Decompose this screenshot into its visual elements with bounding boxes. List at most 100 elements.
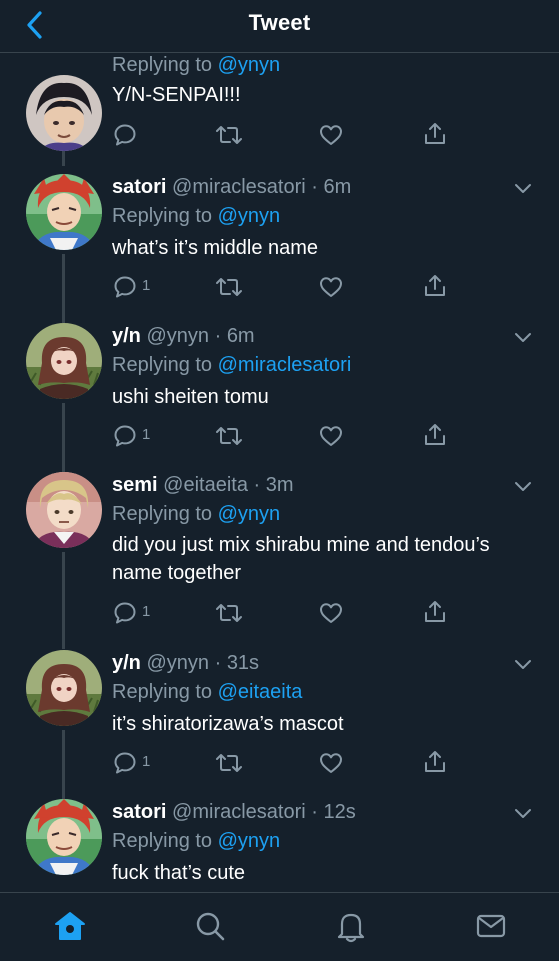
tweet-item[interactable]: satori @miraclesatori · 6m Replying to @… xyxy=(0,174,559,324)
username[interactable]: @miraclesatori xyxy=(172,801,306,823)
chevron-down-icon[interactable] xyxy=(512,475,534,497)
mention-link[interactable]: @ynyn xyxy=(218,54,281,76)
timestamp[interactable]: 12s xyxy=(323,801,355,823)
like-button[interactable] xyxy=(318,750,344,776)
username[interactable]: @ynyn xyxy=(146,652,209,674)
avatar[interactable] xyxy=(26,650,102,726)
retweet-arrows-icon xyxy=(216,754,242,772)
reply-button[interactable]: 1 xyxy=(112,423,162,449)
tweet-item[interactable]: Replying to @ynyn Y/N-SENPAI!!! xyxy=(0,53,559,166)
share-button[interactable] xyxy=(422,599,448,625)
retweet-button[interactable] xyxy=(215,600,243,626)
tweet-header: satori @miraclesatori · 6m xyxy=(112,174,351,200)
dot-separator: · xyxy=(247,474,266,496)
reply-button[interactable]: 1 xyxy=(112,274,162,300)
tweet-header: satori @miraclesatori · 12s xyxy=(112,799,356,825)
dot-separator: · xyxy=(209,325,227,347)
share-upload-icon xyxy=(425,601,445,622)
share-upload-icon xyxy=(425,123,445,144)
replying-to-prefix: Replying to xyxy=(112,681,218,703)
tweet-item[interactable]: satori @miraclesatori · 12s Replying to … xyxy=(0,799,559,892)
mention-link[interactable]: @miraclesatori xyxy=(218,354,352,376)
heart-outline-icon xyxy=(320,277,342,297)
dot-separator: · xyxy=(305,176,324,198)
mention-link[interactable]: @eitaeita xyxy=(218,681,303,703)
avatar[interactable] xyxy=(26,799,102,875)
username[interactable]: @eitaeita xyxy=(163,474,248,496)
share-upload-icon xyxy=(425,424,445,445)
retweet-arrows-icon xyxy=(216,604,242,622)
display-name[interactable]: satori xyxy=(112,176,166,198)
reply-count: 1 xyxy=(142,277,151,294)
comment-bubble-icon xyxy=(114,124,136,146)
display-name[interactable]: satori xyxy=(112,801,166,823)
display-name[interactable]: semi xyxy=(112,474,158,496)
mention-link[interactable]: @ynyn xyxy=(218,830,281,852)
dot-separator: · xyxy=(209,652,227,674)
timestamp[interactable]: 31s xyxy=(227,652,259,674)
mail-icon[interactable] xyxy=(474,909,508,943)
timestamp[interactable]: 6m xyxy=(227,325,255,347)
share-button[interactable] xyxy=(422,121,448,147)
username[interactable]: @miraclesatori xyxy=(172,176,306,198)
replying-to-line: Replying to @ynyn xyxy=(112,203,280,229)
replying-to-prefix: Replying to xyxy=(112,54,218,76)
username[interactable]: @ynyn xyxy=(146,325,209,347)
tweet-header: y/n @ynyn · 31s xyxy=(112,650,259,676)
tweet-text: fuck that’s cute xyxy=(112,862,246,884)
chevron-down-icon[interactable] xyxy=(512,653,534,675)
tweet-item[interactable]: y/n @ynyn · 6m Replying to @miraclesator… xyxy=(0,323,559,473)
tweet-thread: Replying to @ynyn Y/N-SENPAI!!! satori @… xyxy=(0,53,559,892)
replying-to-prefix: Replying to xyxy=(112,205,218,227)
retweet-button[interactable] xyxy=(215,122,243,148)
avatar[interactable] xyxy=(26,472,102,548)
thread-connector-line xyxy=(62,552,65,649)
page-title: Tweet xyxy=(248,10,311,35)
timestamp[interactable]: 3m xyxy=(266,474,294,496)
like-button[interactable] xyxy=(318,600,344,626)
thread-connector-line xyxy=(62,150,65,166)
avatar[interactable] xyxy=(26,323,102,399)
display-name[interactable]: y/n xyxy=(112,652,141,674)
bell-icon[interactable] xyxy=(334,909,368,943)
heart-outline-icon xyxy=(320,426,342,446)
tweet-text: Y/N-SENPAI!!! xyxy=(112,84,241,106)
retweet-button[interactable] xyxy=(215,750,243,776)
share-button[interactable] xyxy=(422,273,448,299)
chevron-down-icon[interactable] xyxy=(512,326,534,348)
avatar[interactable] xyxy=(26,75,102,151)
retweet-button[interactable] xyxy=(215,423,243,449)
reply-button[interactable]: 1 xyxy=(112,600,162,626)
replying-to-line: Replying to @ynyn xyxy=(112,828,280,854)
replying-to-prefix: Replying to xyxy=(112,503,218,525)
tweet-item[interactable]: semi @eitaeita · 3m Replying to @ynyn di… xyxy=(0,472,559,650)
chevron-down-icon[interactable] xyxy=(512,177,534,199)
avatar[interactable] xyxy=(26,174,102,250)
like-button[interactable] xyxy=(318,122,344,148)
chevron-down-icon[interactable] xyxy=(512,802,534,824)
share-button[interactable] xyxy=(422,749,448,775)
display-name[interactable]: y/n xyxy=(112,325,141,347)
tweet-text: what’s it’s middle name xyxy=(112,237,319,259)
reply-button[interactable]: 1 xyxy=(112,750,162,776)
thread-connector-line xyxy=(62,254,65,323)
share-button[interactable] xyxy=(422,422,448,448)
search-icon[interactable] xyxy=(193,909,227,943)
replying-to-prefix: Replying to xyxy=(112,354,218,376)
tweet-text: ushi sheiten tomu xyxy=(112,386,269,408)
tweet-text: did you just mix shirabu mine and tendou… xyxy=(112,534,490,584)
timestamp[interactable]: 6m xyxy=(323,176,351,198)
tweet-item[interactable]: y/n @ynyn · 31s Replying to @eitaeita it… xyxy=(0,650,559,800)
like-button[interactable] xyxy=(318,274,344,300)
retweet-button[interactable] xyxy=(215,274,243,300)
tweet-header: semi @eitaeita · 3m xyxy=(112,472,294,498)
home-icon[interactable] xyxy=(53,909,87,943)
mention-link[interactable]: @ynyn xyxy=(218,205,281,227)
retweet-arrows-icon xyxy=(216,126,242,144)
like-button[interactable] xyxy=(318,423,344,449)
reply-button[interactable] xyxy=(112,122,162,148)
heart-outline-icon xyxy=(320,603,342,623)
mention-link[interactable]: @ynyn xyxy=(218,503,281,525)
dot-separator: · xyxy=(305,801,324,823)
replying-to-line: Replying to @miraclesatori xyxy=(112,352,351,378)
